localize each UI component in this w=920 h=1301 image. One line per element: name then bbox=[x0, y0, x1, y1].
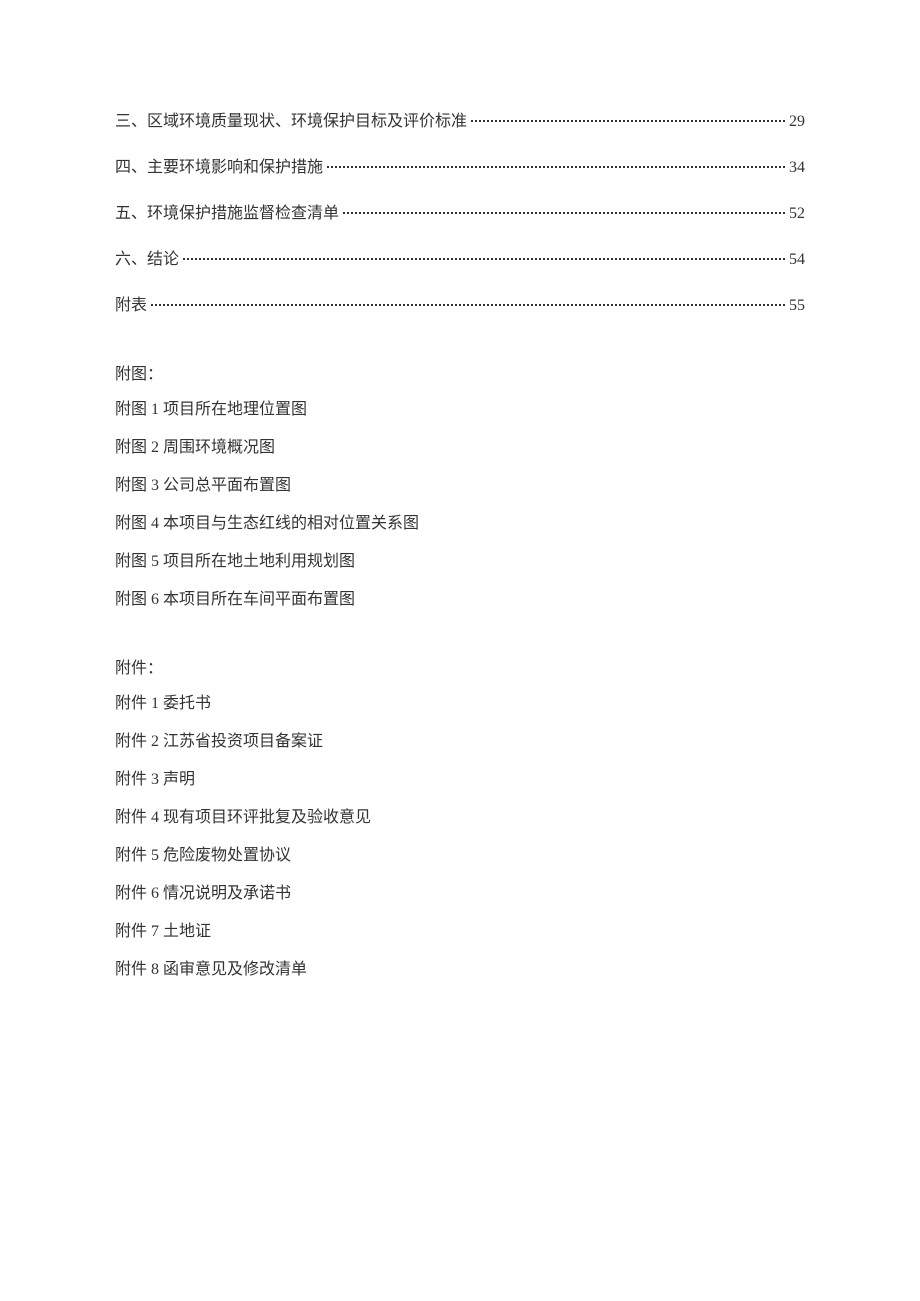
toc-row: 五、环境保护措施监督检查清单 52 bbox=[115, 202, 805, 226]
list-item: 附图 3 公司总平面布置图 bbox=[115, 474, 805, 498]
toc-page-number: 52 bbox=[789, 202, 805, 226]
list-item: 附图 4 本项目与生态红线的相对位置关系图 bbox=[115, 512, 805, 536]
toc-label: 六、结论 bbox=[115, 248, 179, 272]
attachments-heading: 附件： bbox=[115, 654, 805, 678]
toc-row: 四、主要环境影响和保护措施 34 bbox=[115, 156, 805, 180]
toc-dot-leader bbox=[343, 212, 785, 214]
toc-row: 附表 55 bbox=[115, 294, 805, 318]
toc-label: 附表 bbox=[115, 294, 147, 318]
toc-label: 四、主要环境影响和保护措施 bbox=[115, 156, 323, 180]
list-item: 附件 2 江苏省投资项目备案证 bbox=[115, 730, 805, 754]
list-item: 附件 4 现有项目环评批复及验收意见 bbox=[115, 806, 805, 830]
list-item: 附件 7 土地证 bbox=[115, 920, 805, 944]
list-item: 附件 1 委托书 bbox=[115, 692, 805, 716]
list-item: 附件 3 声明 bbox=[115, 768, 805, 792]
toc-dot-leader bbox=[327, 166, 785, 168]
list-item: 附件 6 情况说明及承诺书 bbox=[115, 882, 805, 906]
toc-label: 三、区域环境质量现状、环境保护目标及评价标准 bbox=[115, 110, 467, 134]
toc-page-number: 55 bbox=[789, 294, 805, 318]
figures-heading: 附图： bbox=[115, 360, 805, 384]
toc-dot-leader bbox=[151, 304, 785, 306]
list-item: 附图 5 项目所在地土地利用规划图 bbox=[115, 550, 805, 574]
list-item: 附图 2 周围环境概况图 bbox=[115, 436, 805, 460]
toc-row: 六、结论 54 bbox=[115, 248, 805, 272]
attachments-list: 附件 1 委托书 附件 2 江苏省投资项目备案证 附件 3 声明 附件 4 现有… bbox=[115, 692, 805, 982]
list-item: 附图 1 项目所在地理位置图 bbox=[115, 398, 805, 422]
toc-label: 五、环境保护措施监督检查清单 bbox=[115, 202, 339, 226]
toc-page-number: 29 bbox=[789, 110, 805, 134]
figures-list: 附图 1 项目所在地理位置图 附图 2 周围环境概况图 附图 3 公司总平面布置… bbox=[115, 398, 805, 612]
list-item: 附件 8 函审意见及修改清单 bbox=[115, 958, 805, 982]
document-page: 三、区域环境质量现状、环境保护目标及评价标准 29 四、主要环境影响和保护措施 … bbox=[0, 0, 920, 982]
toc-dot-leader bbox=[183, 258, 785, 260]
toc-section: 三、区域环境质量现状、环境保护目标及评价标准 29 四、主要环境影响和保护措施 … bbox=[115, 110, 805, 318]
toc-page-number: 54 bbox=[789, 248, 805, 272]
toc-page-number: 34 bbox=[789, 156, 805, 180]
list-item: 附件 5 危险废物处置协议 bbox=[115, 844, 805, 868]
toc-row: 三、区域环境质量现状、环境保护目标及评价标准 29 bbox=[115, 110, 805, 134]
toc-dot-leader bbox=[471, 120, 785, 122]
list-item: 附图 6 本项目所在车间平面布置图 bbox=[115, 588, 805, 612]
